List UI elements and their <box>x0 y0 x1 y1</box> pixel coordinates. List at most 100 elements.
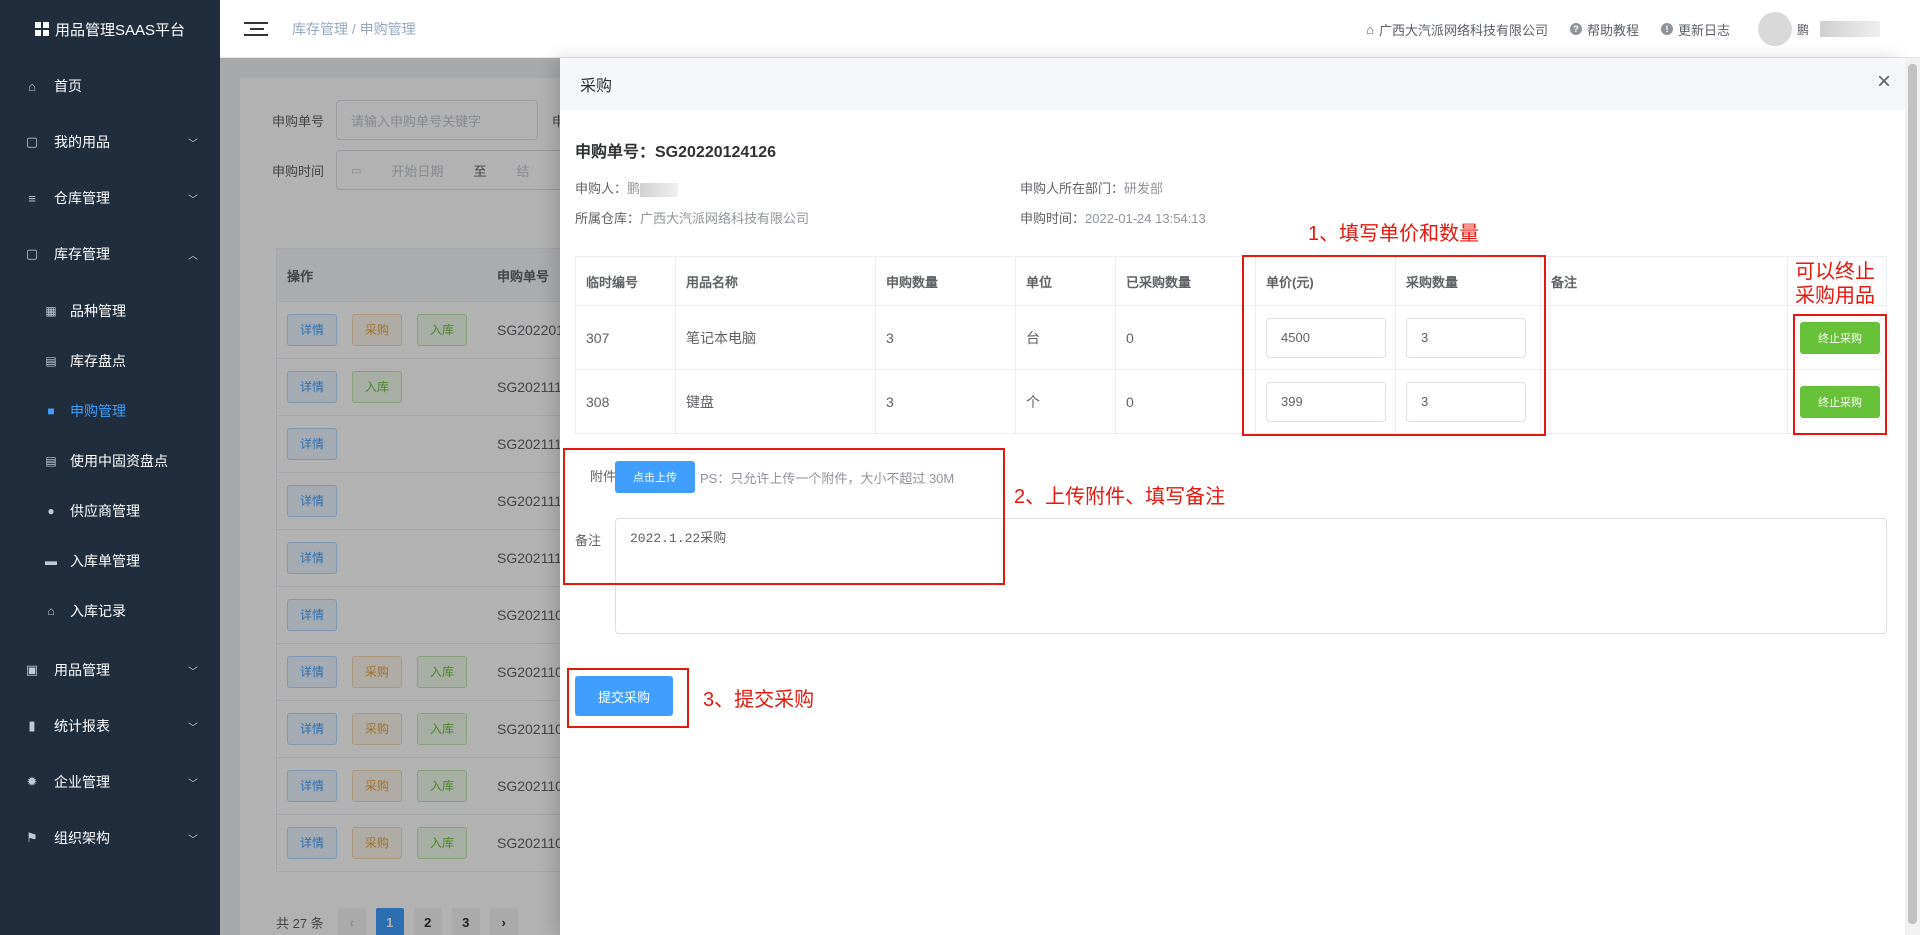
home-icon: ⌂ <box>47 604 55 618</box>
sidebar-item-label: 企业管理 <box>54 774 110 790</box>
user-icon: ● <box>47 504 55 518</box>
user-name: 鹏 <box>1796 22 1809 37</box>
inventory-submenu: ▦ 品种管理 ▤ 库存盘点 ■ 申购管理 ▤ 使用中固资盘点 ● 供应商管理 ▬ 入库单管理… <box>0 282 220 636</box>
annotation-text: 采购用品 <box>1795 285 1875 307</box>
applicant-info: 申购人：鹏 <box>575 178 679 197</box>
annotation-text: 2、上传附件、填写备注 <box>1014 486 1226 508</box>
user-menu[interactable]: 鹏 <box>1752 12 1880 46</box>
sidebar-item-supplies[interactable]: ▣ 用品管理 ﹀ <box>0 642 220 698</box>
drawer-title: 采购 <box>580 78 613 95</box>
sidebar-item-reports[interactable]: ▮ 统计报表 ﹀ <box>0 698 220 754</box>
database-icon: ≡ <box>28 190 36 206</box>
applicant-value: 鹏 <box>627 181 641 196</box>
temp-id-cell: 307 <box>576 306 676 369</box>
order-number-title: 申购单号：SG20220124126 <box>575 144 777 161</box>
remark-cell <box>1541 370 1788 433</box>
sidebar-item-asset-check[interactable]: ▤ 使用中固资盘点 <box>0 436 220 486</box>
annotation-text: 可以终止 <box>1795 261 1875 283</box>
sidebar-item-supplier[interactable]: ● 供应商管理 <box>0 486 220 536</box>
chevron-down-icon: ﹀ <box>188 722 198 734</box>
sidebar-item-label: 入库单管理 <box>70 553 140 569</box>
company-name: 广西大汽派网络科技有限公司 <box>1378 22 1548 38</box>
sidebar-item-purchase-request[interactable]: ■ 申购管理 <box>0 386 220 436</box>
column-header: 申购数量 <box>876 257 1016 305</box>
close-icon[interactable]: × <box>1877 70 1891 94</box>
sidebar-item-my-items[interactable]: ▢ 我的用品 ﹀ <box>0 114 220 170</box>
table-row: 308 键盘 3 个 0 399 3 终止采购 <box>576 369 1886 433</box>
grid-logo-icon <box>34 22 49 36</box>
sidebar-item-label: 供应商管理 <box>70 503 140 519</box>
sidebar-item-inbound-record[interactable]: ⌂ 入库记录 <box>0 586 220 636</box>
annotation-text: 3、提交采购 <box>703 689 815 711</box>
sidebar-item-label: 统计报表 <box>54 718 110 734</box>
table-row: 307 笔记本电脑 3 台 0 4500 3 终止采购 <box>576 305 1886 369</box>
sidebar-item-inbound-order[interactable]: ▬ 入库单管理 <box>0 536 220 586</box>
bought-qty-cell: 0 <box>1116 306 1256 369</box>
sidebar-item-label: 首页 <box>54 78 82 94</box>
company-link[interactable]: ⌂ 广西大汽派网络科技有限公司 <box>1366 20 1548 39</box>
table-header-row: 临时编号 用品名称 申购数量 单位 已采购数量 单价(元) 采购数量 备注 <box>576 257 1886 305</box>
changelog-link[interactable]: ! 更新日志 <box>1660 20 1730 39</box>
item-name-cell: 笔记本电脑 <box>676 306 876 369</box>
chevron-down-icon: ﹀ <box>188 194 198 206</box>
chevron-down-icon: ﹀ <box>188 778 198 790</box>
chevron-down-icon: ﹀ <box>188 834 198 846</box>
sidebar: 用品管理SAAS平台 ⌂ 首页 ▢ 我的用品 ﹀ ≡ 仓库管理 ﹀ ▢ 库存管理… <box>0 0 220 935</box>
sidebar-item-home[interactable]: ⌂ 首页 <box>0 58 220 114</box>
warehouse-info: 所属仓库：广西大汽派网络科技有限公司 <box>575 208 809 227</box>
scrollbar[interactable] <box>1905 58 1920 935</box>
home-icon: ⌂ <box>28 78 36 94</box>
changelog-label: 更新日志 <box>1677 22 1730 38</box>
app-logo[interactable]: 用品管理SAAS平台 <box>0 0 220 58</box>
breadcrumb: 库存管理 / 申购管理 <box>292 20 416 37</box>
temp-id-cell: 308 <box>576 370 676 433</box>
blurred-username <box>1820 21 1880 37</box>
chevron-down-icon: ﹀ <box>188 138 198 150</box>
menu-toggle-icon[interactable] <box>244 21 268 36</box>
sidebar-item-label: 申购管理 <box>70 403 126 419</box>
sidebar-item-label: 仓库管理 <box>54 190 110 206</box>
bag-icon: ▢ <box>25 134 39 149</box>
sidebar-item-enterprise[interactable]: ✹ 企业管理 ﹀ <box>0 754 220 810</box>
home-icon: ⌂ <box>1366 21 1374 37</box>
annotation-text: 1、填写单价和数量 <box>1308 223 1480 245</box>
annotation-box <box>563 448 1005 585</box>
sidebar-item-warehouse[interactable]: ≡ 仓库管理 ﹀ <box>0 170 220 226</box>
unit-cell: 台 <box>1016 306 1116 369</box>
warehouse-label: 所属仓库： <box>575 211 641 226</box>
avatar <box>1757 12 1792 46</box>
sidebar-item-label: 品种管理 <box>70 303 126 319</box>
document-icon: ▤ <box>45 354 57 368</box>
help-link[interactable]: ? 帮助教程 <box>1569 20 1639 39</box>
request-time-info: 申购时间：2022-01-24 13:54:13 <box>1020 208 1206 227</box>
item-name-cell: 键盘 <box>676 370 876 433</box>
sidebar-item-label: 用品管理 <box>54 662 110 678</box>
chevron-down-icon: ﹀ <box>188 666 198 678</box>
help-label: 帮助教程 <box>1586 22 1639 38</box>
gear-icon: ✹ <box>26 774 38 789</box>
sidebar-item-label: 入库记录 <box>70 603 126 619</box>
drawer-header: 采购 × <box>560 58 1905 110</box>
annotation-box <box>567 668 689 728</box>
annotation-box <box>1242 255 1546 436</box>
remark-cell <box>1541 306 1788 369</box>
sidebar-item-label: 我的用品 <box>54 134 110 150</box>
printer-icon: ▬ <box>45 554 57 568</box>
question-icon: ? <box>1569 23 1582 35</box>
department-info: 申购人所在部门：研发部 <box>1020 178 1163 197</box>
sidebar-item-org[interactable]: ⚑ 组织架构 ﹀ <box>0 810 220 866</box>
sidebar-item-stocktake[interactable]: ▤ 库存盘点 <box>0 336 220 386</box>
app-title: 用品管理SAAS平台 <box>54 21 186 39</box>
flag-icon: ⚑ <box>26 830 38 845</box>
column-header: 备注 <box>1541 257 1788 305</box>
column-header: 单位 <box>1016 257 1116 305</box>
blurred-name <box>640 182 679 197</box>
document-icon: ▤ <box>45 454 57 468</box>
purchase-items-table: 临时编号 用品名称 申购数量 单位 已采购数量 单价(元) 采购数量 备注 30… <box>575 256 1887 434</box>
annotation-box <box>1793 314 1887 435</box>
purchase-drawer: 采购 × 申购单号：SG20220124126 申购人：鹏 申购人所在部门：研发… <box>560 58 1920 935</box>
sidebar-item-variety[interactable]: ▦ 品种管理 <box>0 286 220 336</box>
sidebar-item-inventory[interactable]: ▢ 库存管理 ︿ <box>0 226 220 282</box>
time-value: 2022-01-24 13:54:13 <box>1085 211 1206 226</box>
info-icon: ! <box>1660 23 1673 35</box>
